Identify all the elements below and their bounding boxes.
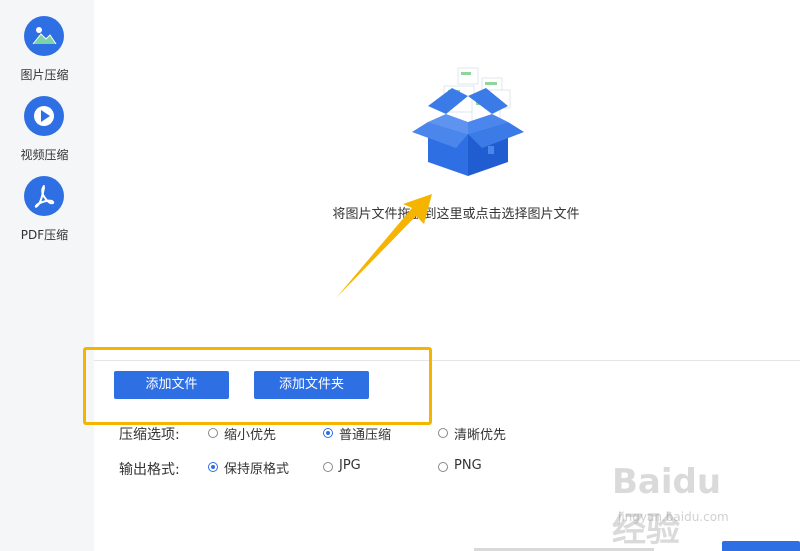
radio-label[interactable]: 缩小优先 xyxy=(224,424,276,443)
radio-label[interactable]: 清晰优先 xyxy=(454,424,506,443)
file-drop-zone[interactable]: 将图片文件拖放到这里或点击选择图片文件 xyxy=(94,0,800,360)
radio-jpg[interactable] xyxy=(323,462,333,472)
play-icon xyxy=(24,96,64,136)
sidebar-item-image-compress[interactable]: 图片压缩 xyxy=(0,16,94,86)
baidu-watermark: Baidu 经验 jingyan.baidu.com xyxy=(612,462,762,550)
radio-label[interactable]: 普通压缩 xyxy=(339,424,391,443)
add-folder-button[interactable]: 添加文件夹 xyxy=(254,371,369,399)
sidebar-item-label: 视频压缩 xyxy=(20,148,69,162)
pdf-icon xyxy=(24,176,64,216)
start-compress-button[interactable] xyxy=(722,541,800,551)
output-format-label: 输出格式: xyxy=(119,462,180,478)
radio-label[interactable]: JPG xyxy=(339,458,361,473)
radio-png[interactable] xyxy=(438,462,448,472)
open-box-icon xyxy=(406,64,530,184)
watermark-url: jingyan.baidu.com xyxy=(618,510,729,524)
watermark-logo: Baidu 经验 xyxy=(612,462,722,550)
radio-clarity-first[interactable] xyxy=(438,428,448,438)
add-file-button[interactable]: 添加文件 xyxy=(114,371,229,399)
radio-normal-compress[interactable] xyxy=(323,428,333,438)
sidebar-item-pdf-compress[interactable]: PDF压缩 xyxy=(0,176,94,246)
sidebar-item-label: PDF压缩 xyxy=(20,228,69,242)
compression-options-label: 压缩选项: xyxy=(119,427,180,443)
sidebar: 图片压缩 视频压缩 PDF压缩 xyxy=(0,0,94,551)
radio-label[interactable]: PNG xyxy=(454,458,482,473)
radio-label[interactable]: 保持原格式 xyxy=(224,458,289,477)
image-icon xyxy=(24,16,64,56)
drop-zone-hint: 将图片文件拖放到这里或点击选择图片文件 xyxy=(332,207,580,222)
radio-keep-format[interactable] xyxy=(208,462,218,472)
radio-shrink-first[interactable] xyxy=(208,428,218,438)
sidebar-item-label: 图片压缩 xyxy=(20,68,69,82)
divider xyxy=(94,360,800,361)
sidebar-item-video-compress[interactable]: 视频压缩 xyxy=(0,96,94,166)
